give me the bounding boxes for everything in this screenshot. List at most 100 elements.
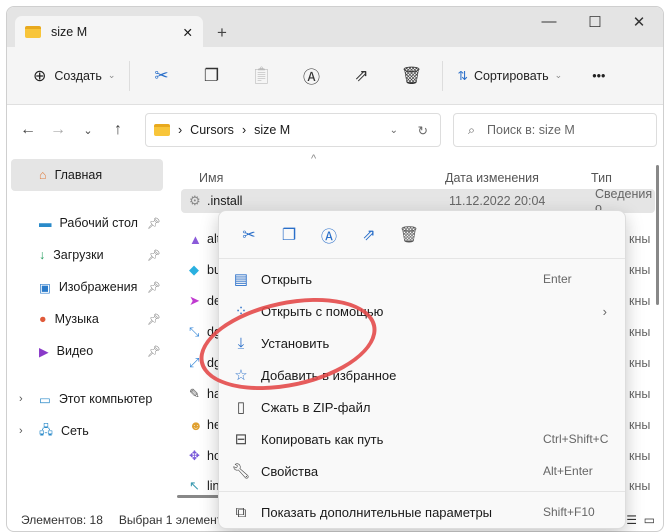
pictures-icon: ▣ <box>39 280 51 295</box>
refresh-icon[interactable]: ↻ <box>418 123 428 138</box>
pin-icon: 📌︎ <box>147 217 161 230</box>
download-icon: ⤓ <box>237 334 245 352</box>
zip-folder-icon: ▯ <box>236 399 246 416</box>
notepad-icon: ▤ <box>233 271 249 288</box>
share-icon[interactable]: ⇗ <box>349 225 389 245</box>
delete-icon[interactable]: 🗑︎ <box>389 225 429 245</box>
sidebar-item-music[interactable]: ● Музыка 📌︎ <box>7 303 167 335</box>
column-date[interactable]: Дата изменения <box>445 171 539 185</box>
menu-copy-path[interactable]: ⊟ Копировать как путь Ctrl+Shift+C <box>219 423 625 455</box>
forward-icon[interactable]: → <box>43 121 73 139</box>
recent-chevron-icon[interactable]: ⌄ <box>73 124 103 137</box>
selected-count: Выбран 1 элемент <box>118 513 223 527</box>
search-input[interactable]: ⌕ Поиск в: size M <box>453 113 657 147</box>
context-quick-actions: ✂ ❐ Ⓐ ⇗ 🗑︎ <box>219 211 625 259</box>
copy-icon[interactable]: ❐ <box>269 225 309 245</box>
file-type: кны <box>629 479 651 493</box>
cut-icon[interactable]: ✂ <box>229 225 269 245</box>
sort-icon: ⇅ <box>457 69 468 83</box>
address-dropdown-icon[interactable]: ⌄ <box>390 125 398 136</box>
folder-icon <box>25 26 41 38</box>
file-type: кны <box>629 325 651 339</box>
create-label: Создать <box>54 68 102 83</box>
file-type: кны <box>629 387 651 401</box>
video-icon: ▶ <box>39 344 49 359</box>
tab-title: size M <box>51 25 88 39</box>
sidebar-label: Главная <box>54 168 103 182</box>
sidebar-item-downloads[interactable]: ↓ Загрузки 📌︎ <box>7 239 167 271</box>
music-icon: ● <box>39 312 47 326</box>
column-type[interactable]: Тип <box>591 171 612 185</box>
copy-icon[interactable]: ❐ <box>186 58 236 94</box>
maximize-button[interactable]: ☐ <box>575 13 615 33</box>
sidebar-item-network[interactable]: › 🖧︎ Сеть <box>7 415 167 447</box>
search-icon: ⌕ <box>468 122 476 137</box>
pin-icon: 📌︎ <box>147 313 161 326</box>
settings-file-icon: ⚙ <box>189 193 201 208</box>
chevron-right-icon: › <box>241 123 247 137</box>
menu-label: Копировать как путь <box>261 431 384 447</box>
menu-shortcut: Ctrl+Shift+C <box>543 432 609 446</box>
chevron-right-icon[interactable]: › <box>19 393 23 405</box>
pin-icon: 📌︎ <box>147 345 161 358</box>
delete-icon[interactable]: 🗑︎ <box>386 58 436 94</box>
chevron-right-icon[interactable]: › <box>19 425 23 437</box>
close-button[interactable]: ✕ <box>619 13 659 33</box>
menu-compress-zip[interactable]: ▯ Сжать в ZIP-файл <box>219 391 625 423</box>
menu-show-more-options[interactable]: ⧉ Показать дополнительные параметры Shift+… <box>219 496 625 528</box>
menu-open[interactable]: ▤ Открыть Enter <box>219 263 625 295</box>
network-icon: 🖧︎ <box>39 422 53 437</box>
sidebar-label: Изображения <box>58 280 138 294</box>
menu-label: Показать дополнительные параметры <box>261 504 493 520</box>
menu-add-favorites[interactable]: ☆ Добавить в избранное <box>219 359 625 391</box>
wrench-icon: 🔧︎ <box>231 463 251 480</box>
open-with-icon: ⁘ <box>234 303 248 320</box>
more-options-icon: ⧉ <box>235 503 247 521</box>
address-bar[interactable]: › Cursors › size M ⌄ ↻ <box>145 113 441 147</box>
rename-icon[interactable]: Ⓐ <box>286 58 336 94</box>
tiles-view-icon[interactable]: ▭ <box>644 513 655 527</box>
cursor-file-icon: ⤡ <box>189 324 200 339</box>
tab-size-m[interactable]: size M ✕ <box>15 16 203 48</box>
cursor-file-icon: ✥ <box>189 448 200 463</box>
rename-icon[interactable]: Ⓐ <box>309 223 349 247</box>
minimize-button[interactable]: — <box>529 13 569 33</box>
paste-icon[interactable]: 📋︎ <box>236 58 286 94</box>
new-tab-button[interactable]: + <box>217 23 227 43</box>
more-button[interactable]: ••• <box>584 58 613 94</box>
breadcrumb-cursors[interactable]: Cursors <box>190 123 234 137</box>
sort-button[interactable]: ⇅ Сортировать ⌄ <box>449 58 570 94</box>
details-view-icon[interactable]: ☰ <box>626 513 637 527</box>
chevron-down-icon: ⌄ <box>554 70 563 80</box>
file-type: кны <box>629 232 651 246</box>
menu-label: Открыть с помощью <box>261 303 384 319</box>
folder-icon <box>154 124 170 136</box>
sidebar-item-videos[interactable]: ▶ Видео 📌︎ <box>7 335 167 367</box>
create-button[interactable]: ⊕ Создать ⌄ <box>25 58 123 94</box>
cursor-file-icon: ◆ <box>189 262 199 277</box>
menu-install[interactable]: ⤓ Установить <box>219 327 625 359</box>
sidebar-item-this-pc[interactable]: › ▭ Этот компьютер <box>7 383 167 415</box>
share-icon[interactable]: ⇗ <box>336 58 386 94</box>
sidebar-item-desktop[interactable]: ▬ Рабочий стол 📌︎ <box>7 207 167 239</box>
sidebar-label: Загрузки <box>53 248 104 262</box>
back-icon[interactable]: ← <box>13 121 43 139</box>
chevron-right-icon: › <box>602 303 607 319</box>
star-icon: ☆ <box>234 367 248 384</box>
up-icon[interactable]: ↑ <box>103 121 133 139</box>
menu-open-with[interactable]: ⁘ Открыть с помощью › <box>219 295 625 327</box>
address-row: ← → ⌄ ↑ › Cursors › size M ⌄ ↻ ⌕ Поиск в… <box>7 105 663 155</box>
navigation-pane: ⌂ Главная ▬ Рабочий стол 📌︎ ↓ Загрузки 📌︎ ▣ Из… <box>7 155 167 509</box>
tab-close-button[interactable]: ✕ <box>183 25 193 40</box>
menu-properties[interactable]: 🔧︎ Свойства Alt+Enter <box>219 455 625 487</box>
column-name[interactable]: Имя <box>199 171 223 185</box>
menu-shortcut: Enter <box>543 272 572 286</box>
menu-shortcut: Alt+Enter <box>543 464 593 478</box>
sidebar-item-home[interactable]: ⌂ Главная <box>11 159 163 191</box>
cut-icon[interactable]: ✂ <box>136 58 186 94</box>
vertical-scrollbar[interactable] <box>656 165 659 305</box>
menu-label: Добавить в избранное <box>261 367 397 383</box>
breadcrumb-size-m[interactable]: size M <box>254 123 290 137</box>
sidebar-item-pictures[interactable]: ▣ Изображения 📌︎ <box>7 271 167 303</box>
menu-label: Свойства <box>261 463 319 479</box>
